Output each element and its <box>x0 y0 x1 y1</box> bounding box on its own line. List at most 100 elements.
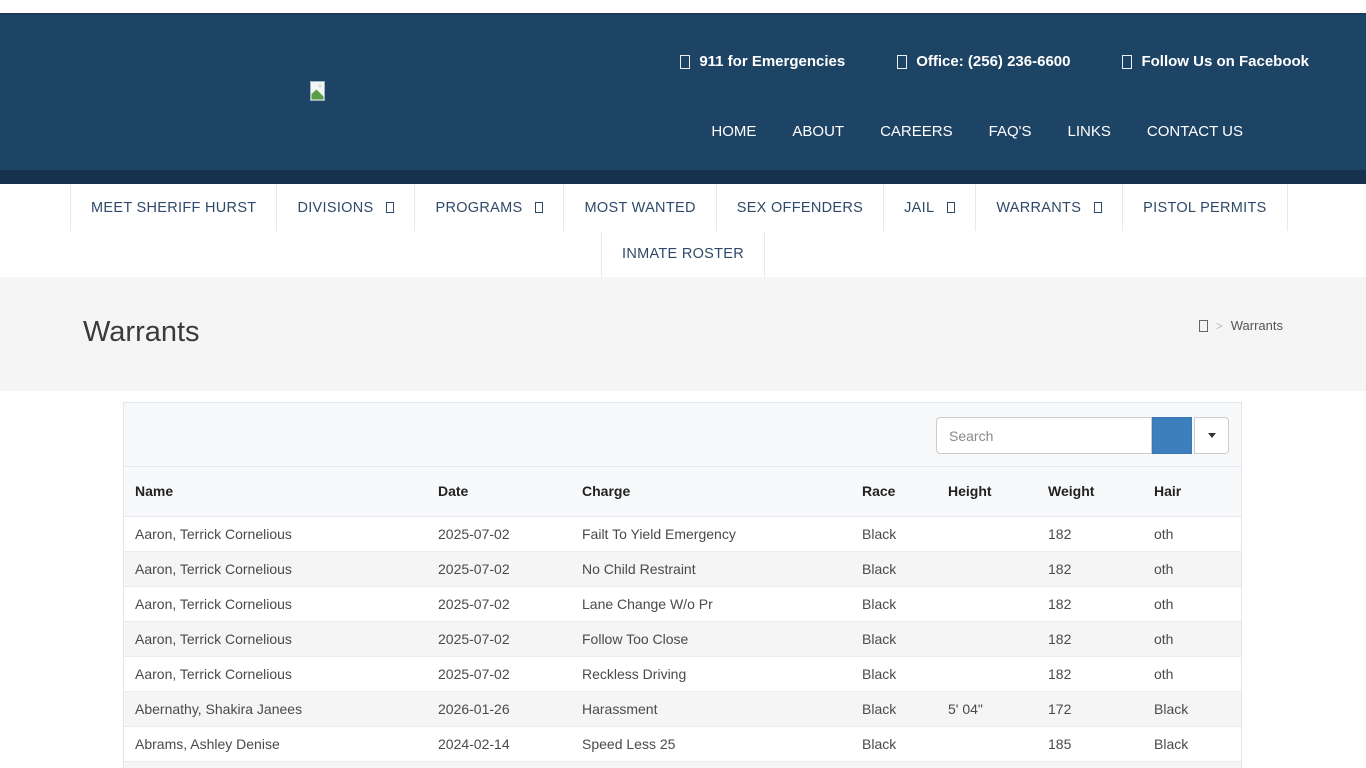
nav-item-label: PROGRAMS <box>435 200 522 216</box>
table-cell <box>937 761 1037 768</box>
table-cell: Black <box>1143 726 1241 761</box>
table-cell: 182 <box>1037 621 1143 656</box>
site-logo-broken-image-icon[interactable] <box>310 81 325 101</box>
main-nav-careers[interactable]: CAREERS <box>880 123 953 140</box>
column-header-hair[interactable]: Hair <box>1143 467 1241 516</box>
nav-item-sex-offenders[interactable]: SEX OFFENDERS <box>716 184 883 231</box>
table-cell: oth <box>1143 516 1241 551</box>
column-header-charge[interactable]: Charge <box>571 467 851 516</box>
header-accent-band <box>0 170 1366 184</box>
table-cell: oth <box>1143 621 1241 656</box>
table-cell: oth <box>1143 586 1241 621</box>
secondary-nav-row2: INMATE ROSTER <box>601 231 1366 277</box>
breadcrumb-home-icon[interactable] <box>1199 320 1208 332</box>
table-cell <box>937 656 1037 691</box>
site-header: 911 for Emergencies Office: (256) 236-660… <box>0 13 1366 170</box>
table-cell <box>937 516 1037 551</box>
table-cell: 2025-07-02 <box>427 586 571 621</box>
nav-item-label: SEX OFFENDERS <box>737 200 863 216</box>
search-button[interactable] <box>1152 417 1192 454</box>
table-cell: 182 <box>1037 551 1143 586</box>
topbar-link-facebook[interactable]: Follow Us on Facebook <box>1122 53 1309 70</box>
facebook-icon <box>1122 55 1132 69</box>
topbar: 911 for Emergencies Office: (256) 236-660… <box>680 53 1309 70</box>
table-cell: 2025-07-02 <box>427 551 571 586</box>
table-cell <box>937 586 1037 621</box>
table-row <box>124 761 1241 768</box>
nav-item-meet-sheriff-hurst[interactable]: MEET SHERIFF HURST <box>70 184 276 231</box>
table-cell: Black <box>851 586 937 621</box>
search-options-dropdown-button[interactable] <box>1194 417 1229 454</box>
nav-item-programs[interactable]: PROGRAMS <box>414 184 563 231</box>
nav-item-divisions[interactable]: DIVISIONS <box>276 184 414 231</box>
topbar-link-office-phone[interactable]: Office: (256) 236-6600 <box>897 53 1070 70</box>
breadcrumb-current: Warrants <box>1231 318 1283 333</box>
table-cell: Abernathy, Shakira Janees <box>124 691 427 726</box>
table-cell: Black <box>1143 691 1241 726</box>
chevron-down-icon <box>1208 433 1216 438</box>
table-row: Aaron, Terrick Cornelious2025-07-02Failt… <box>124 516 1241 551</box>
warrants-table: NameDateChargeRaceHeightWeightHair Aaron… <box>124 467 1241 768</box>
column-header-race[interactable]: Race <box>851 467 937 516</box>
main-nav-home[interactable]: HOME <box>711 123 756 140</box>
table-cell: 182 <box>1037 516 1143 551</box>
table-cell: Failt To Yield Emergency <box>571 516 851 551</box>
table-cell: Black <box>851 691 937 726</box>
main-nav-faq-s[interactable]: FAQ'S <box>989 123 1032 140</box>
table-cell: Black <box>851 516 937 551</box>
nav-item-warrants[interactable]: WARRANTS <box>975 184 1122 231</box>
nav-item-label: PISTOL PERMITS <box>1143 200 1266 216</box>
table-cell: No Child Restraint <box>571 551 851 586</box>
column-header-name[interactable]: Name <box>124 467 427 516</box>
table-cell: Speed Less 25 <box>571 726 851 761</box>
table-cell: Aaron, Terrick Cornelious <box>124 516 427 551</box>
table-cell: 172 <box>1037 691 1143 726</box>
topbar-label: Office: (256) 236-6600 <box>916 53 1070 70</box>
table-cell: Aaron, Terrick Cornelious <box>124 656 427 691</box>
table-cell: 2025-07-02 <box>427 516 571 551</box>
table-row: Aaron, Terrick Cornelious2025-07-02Lane … <box>124 586 1241 621</box>
secondary-nav-row1: MEET SHERIFF HURST DIVISIONS PROGRAMS MOST … <box>70 184 1366 231</box>
table-cell: 182 <box>1037 586 1143 621</box>
table-cell <box>124 761 427 768</box>
table-cell <box>937 621 1037 656</box>
table-cell: Harassment <box>571 691 851 726</box>
nav-item-most-wanted[interactable]: MOST WANTED <box>563 184 715 231</box>
emergency-icon <box>680 55 690 69</box>
topbar-label: Follow Us on Facebook <box>1141 53 1309 70</box>
column-header-weight[interactable]: Weight <box>1037 467 1143 516</box>
main-nav-links[interactable]: LINKS <box>1068 123 1111 140</box>
breadcrumb-separator: > <box>1216 319 1223 333</box>
secondary-nav: MEET SHERIFF HURST DIVISIONS PROGRAMS MOST … <box>0 184 1366 277</box>
nav-item-label: DIVISIONS <box>297 200 373 216</box>
main-nav-about[interactable]: ABOUT <box>792 123 844 140</box>
table-header-row: NameDateChargeRaceHeightWeightHair <box>124 467 1241 516</box>
dropdown-caret-icon <box>947 202 955 213</box>
table-cell: Black <box>851 656 937 691</box>
nav-item-jail[interactable]: JAIL <box>883 184 975 231</box>
table-toolbar <box>124 403 1241 467</box>
main-nav-contact-us[interactable]: CONTACT US <box>1147 123 1243 140</box>
nav-item-label: MOST WANTED <box>584 200 695 216</box>
column-header-height[interactable]: Height <box>937 467 1037 516</box>
table-cell: 2024-02-14 <box>427 726 571 761</box>
table-cell: Abrams, Ashley Denise <box>124 726 427 761</box>
search-input[interactable] <box>936 417 1152 454</box>
table-cell <box>937 726 1037 761</box>
table-row: Aaron, Terrick Cornelious2025-07-02No Ch… <box>124 551 1241 586</box>
table-cell: 2025-07-02 <box>427 621 571 656</box>
nav-item-inmate-roster[interactable]: INMATE ROSTER <box>601 231 765 277</box>
table-cell: Aaron, Terrick Cornelious <box>124 621 427 656</box>
nav-item-label: JAIL <box>904 200 934 216</box>
nav-item-label: INMATE ROSTER <box>622 246 744 262</box>
dropdown-caret-icon <box>535 202 543 213</box>
column-header-date[interactable]: Date <box>427 467 571 516</box>
table-cell: 182 <box>1037 656 1143 691</box>
table-cell <box>571 761 851 768</box>
office-phone-icon <box>897 55 907 69</box>
topbar-link-emergency[interactable]: 911 for Emergencies <box>680 53 845 70</box>
dropdown-caret-icon <box>386 202 394 213</box>
nav-item-label: WARRANTS <box>996 200 1081 216</box>
table-cell: 5' 04" <box>937 691 1037 726</box>
nav-item-pistol-permits[interactable]: PISTOL PERMITS <box>1122 184 1287 231</box>
